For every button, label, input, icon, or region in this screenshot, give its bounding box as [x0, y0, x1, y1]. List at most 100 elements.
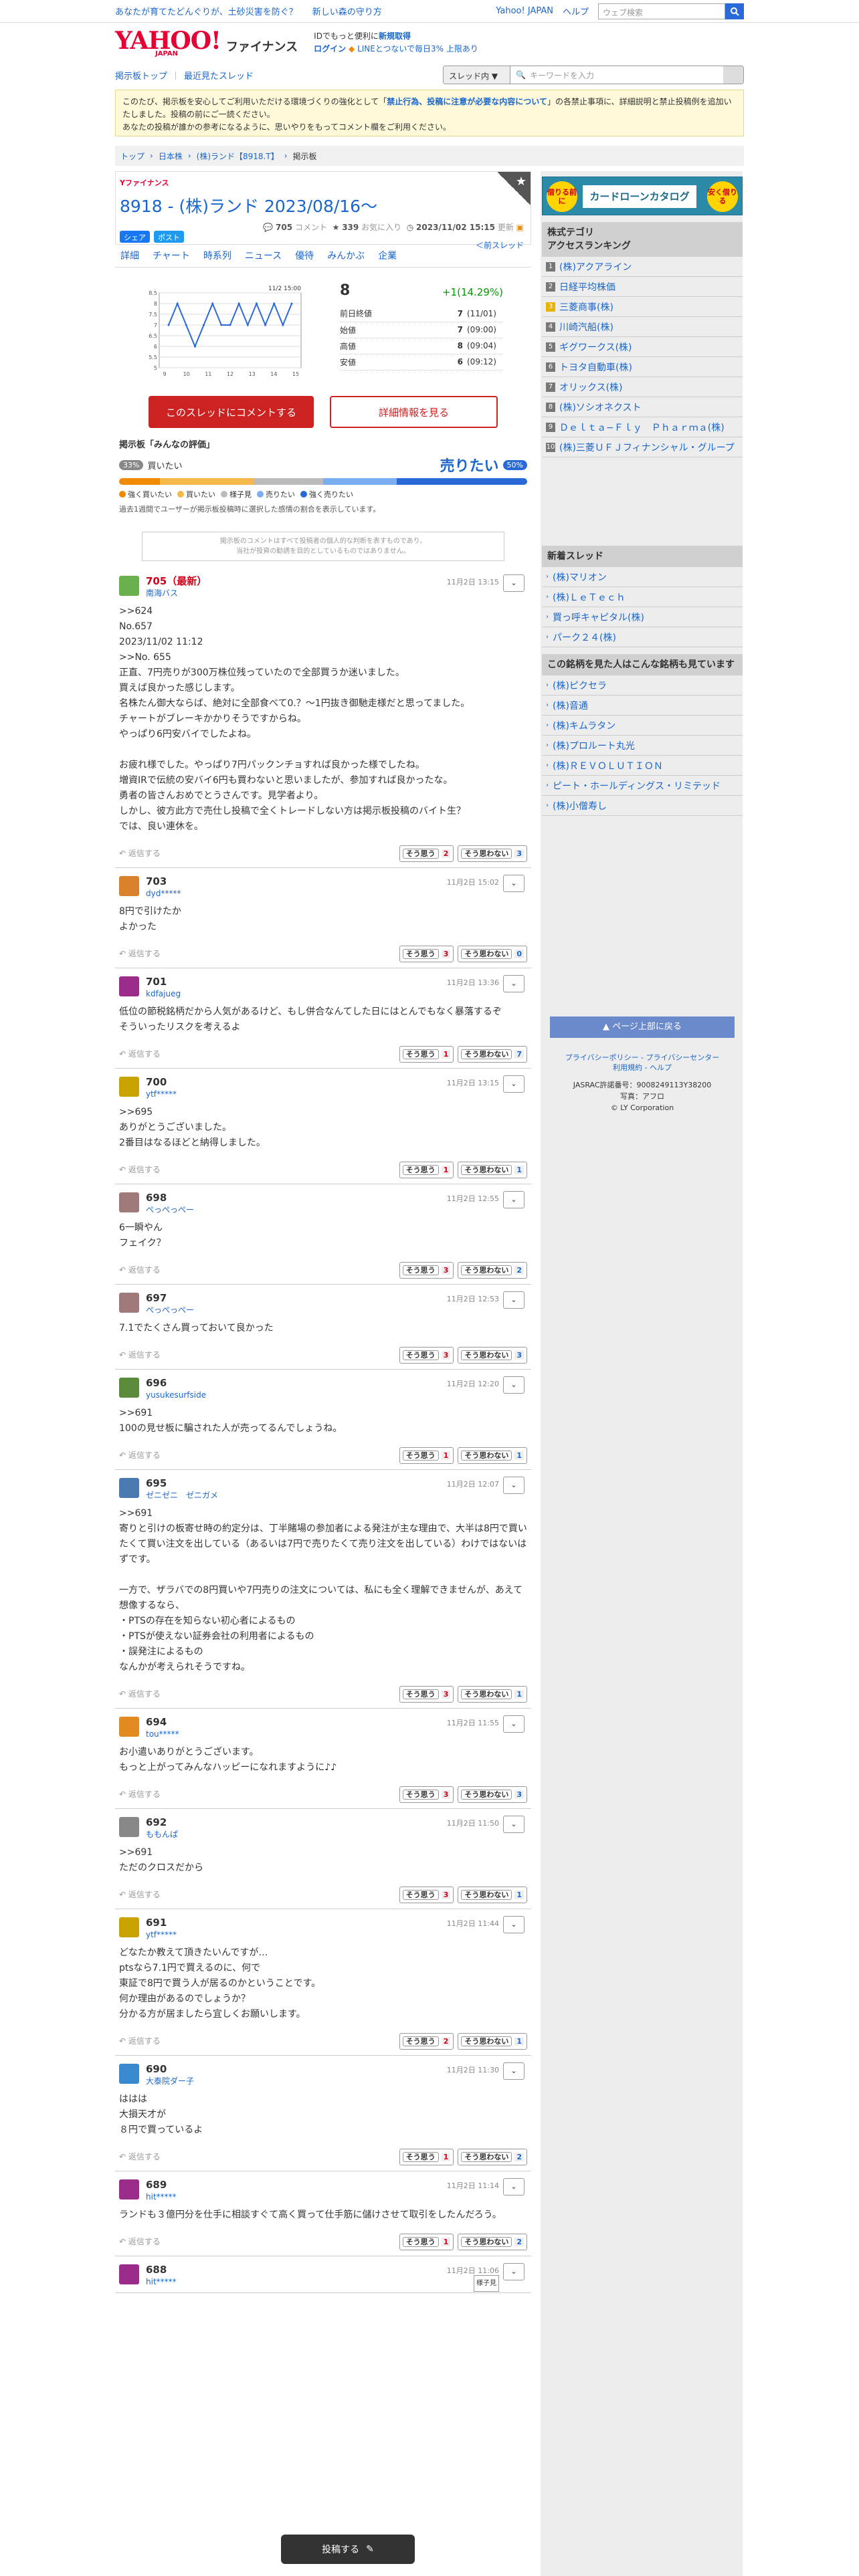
avatar[interactable]	[119, 2179, 139, 2199]
recent-threads-link[interactable]: 最近見たスレッド	[184, 69, 254, 82]
ranking-item[interactable]: 2 日経平均株価	[542, 277, 743, 297]
ranking-item[interactable]: 7 オリックス(株)	[542, 377, 743, 397]
avatar[interactable]	[119, 1717, 139, 1737]
search-button[interactable]	[725, 3, 744, 19]
detail-button[interactable]: 詳細情報を見る	[330, 396, 498, 428]
comment-menu-button[interactable]: ⌄	[503, 1477, 524, 1494]
ad-banner[interactable]: 借りる前に カードローンカタログ 安く借りる	[542, 177, 743, 215]
disagree-button[interactable]: そう思わない 3	[458, 1786, 527, 1803]
reply-link[interactable]: 返信する	[128, 2234, 161, 2250]
avatar[interactable]	[119, 876, 139, 896]
breadcrumb-top[interactable]: トップ	[120, 150, 145, 162]
related-stock-item[interactable]: › (株)ＲＥＶＯＬＵＴＩＯＮ	[542, 756, 743, 776]
ranking-item[interactable]: 8 (株)ソシオネクスト	[542, 397, 743, 417]
agree-button[interactable]: そう思う 1	[399, 1162, 454, 1178]
disagree-button[interactable]: そう思わない 2	[458, 2234, 527, 2250]
reply-link[interactable]: 返信する	[128, 846, 161, 861]
comment-button[interactable]: このスレッドにコメントする	[149, 396, 314, 428]
reply-link[interactable]: 返信する	[128, 1263, 161, 1278]
reply-link[interactable]: 返信する	[128, 1162, 161, 1178]
login-link[interactable]: ログイン	[314, 44, 346, 53]
rules-link[interactable]: 禁止行為、投稿に注意が必要な内容について	[387, 97, 547, 106]
ranking-item[interactable]: 5 ギグワークス(株)	[542, 337, 743, 357]
agree-button[interactable]: そう思う 3	[399, 1786, 454, 1803]
ranking-item[interactable]: 6 トヨタ自動車(株)	[542, 357, 743, 377]
tab-news[interactable]: ニュース	[245, 249, 282, 263]
agree-button[interactable]: そう思う 3	[399, 946, 454, 962]
reply-link[interactable]: 返信する	[128, 1448, 161, 1463]
disagree-button[interactable]: そう思わない 1	[458, 2033, 527, 2050]
tab-benefits[interactable]: 優待	[295, 249, 314, 263]
related-stock-item[interactable]: › (株)ピクセラ	[542, 675, 743, 695]
web-search-input[interactable]: ウェブ検索	[598, 3, 725, 19]
comment-menu-button[interactable]: ⌄	[503, 1191, 524, 1208]
tab-history[interactable]: 時系列	[203, 249, 231, 263]
reply-link[interactable]: 返信する	[128, 2149, 161, 2165]
yahoo-finance-logo[interactable]: YAHOO! JAPAN ファイナンス	[115, 29, 298, 58]
breadcrumb-jp-stock[interactable]: 日本株	[159, 150, 183, 162]
new-thread-item[interactable]: › (株)マリオン	[542, 567, 743, 587]
help-link[interactable]: ヘルプ	[563, 5, 589, 17]
comment-menu-button[interactable]: ⌄	[503, 1916, 524, 1933]
comment-menu-button[interactable]: ⌄	[503, 1075, 524, 1093]
thread-search-button[interactable]	[723, 66, 743, 84]
avatar[interactable]	[119, 1817, 139, 1837]
ranking-item[interactable]: 3 三菱商事(株)	[542, 297, 743, 317]
ranking-item[interactable]: 9 Ｄｅｌｔａ−Ｆｌｙ Ｐｈａｒｍａ(株)	[542, 417, 743, 437]
reply-link[interactable]: 返信する	[128, 1687, 161, 1702]
new-thread-item[interactable]: › パーク２４(株)	[542, 627, 743, 647]
comment-menu-button[interactable]: ⌄	[503, 1291, 524, 1309]
reply-link[interactable]: 返信する	[128, 2034, 161, 2049]
avatar[interactable]	[119, 1192, 139, 1212]
keyword-input[interactable]: 🔍 キーワードを入力	[510, 66, 723, 84]
related-stock-item[interactable]: › (株)キムラタン	[542, 716, 743, 736]
favorite-button[interactable]: ★	[497, 172, 531, 205]
x-post-button[interactable]: ポスト	[154, 231, 184, 243]
comment-menu-button[interactable]: ⌄	[503, 2178, 524, 2195]
comment-menu-button[interactable]: ⌄	[503, 1376, 524, 1394]
related-stock-item[interactable]: › (株)プロルート丸光	[542, 736, 743, 756]
terms-link[interactable]: 利用規約 - ヘルプ	[542, 1063, 743, 1073]
register-link[interactable]: 新規取得	[379, 31, 411, 41]
agree-button[interactable]: そう思う 1	[399, 1447, 454, 1464]
related-stock-item[interactable]: › (株)小僧寿し	[542, 796, 743, 816]
disagree-button[interactable]: そう思わない 1	[458, 1686, 527, 1703]
facebook-share-button[interactable]: シェア	[120, 231, 150, 243]
ranking-item[interactable]: 10 (株)三菱ＵＦＪフィナンシャル・グループ	[542, 437, 743, 457]
new-thread-item[interactable]: › 買っ呼キャピタル(株)	[542, 607, 743, 627]
ranking-item[interactable]: 4 川崎汽船(株)	[542, 317, 743, 337]
agree-button[interactable]: そう思う 3	[399, 1347, 454, 1364]
rss-icon[interactable]: ▣	[516, 223, 524, 232]
comment-menu-button[interactable]: ⌄	[503, 2062, 524, 2080]
avatar[interactable]	[119, 976, 139, 996]
reply-link[interactable]: 返信する	[128, 1047, 161, 1062]
disagree-button[interactable]: そう思わない 1	[458, 1447, 527, 1464]
disagree-button[interactable]: そう思わない 7	[458, 1046, 527, 1063]
agree-button[interactable]: そう思う 2	[399, 2033, 454, 2050]
disagree-button[interactable]: そう思わない 3	[458, 845, 527, 862]
disagree-button[interactable]: そう思わない 2	[458, 1262, 527, 1279]
breadcrumb-stock[interactable]: (株)ランド【8918.T】	[197, 150, 279, 162]
promo-link[interactable]: あなたが育てたどんぐりが、土砂災害を防ぐ？	[115, 5, 298, 17]
disagree-button[interactable]: そう思わない 1	[458, 1162, 527, 1178]
privacy-link[interactable]: プライバシーポリシー - プライバシーセンター	[542, 1053, 743, 1063]
avatar[interactable]	[119, 1478, 139, 1498]
agree-button[interactable]: そう思う 3	[399, 1262, 454, 1279]
agree-button[interactable]: そう思う 2	[399, 845, 454, 862]
avatar[interactable]	[119, 1378, 139, 1398]
tab-company[interactable]: 企業	[378, 249, 397, 263]
agree-button[interactable]: そう思う 1	[399, 2149, 454, 2165]
promo-link-2[interactable]: 新しい森の守り方	[312, 5, 382, 17]
avatar[interactable]	[119, 1917, 139, 1937]
tab-chart[interactable]: チャート	[153, 249, 190, 263]
disagree-button[interactable]: そう思わない 0	[458, 946, 527, 962]
yahoo-japan-link[interactable]: Yahoo! JAPAN	[496, 6, 553, 16]
agree-button[interactable]: そう思う 1	[399, 1046, 454, 1063]
intraday-chart[interactable]: 8.5 8 7.5 7 6.5 6 5.5 59 10 11 12 13 14 15 11/2 15:00	[145, 284, 305, 384]
avatar[interactable]	[119, 1077, 139, 1097]
disagree-button[interactable]: そう思わない 2	[458, 2149, 527, 2165]
disagree-button[interactable]: そう思わない 3	[458, 1347, 527, 1364]
avatar[interactable]	[119, 2264, 139, 2284]
related-stock-item[interactable]: › (株)音通	[542, 695, 743, 716]
agree-button[interactable]: そう思う 3	[399, 1887, 454, 1903]
